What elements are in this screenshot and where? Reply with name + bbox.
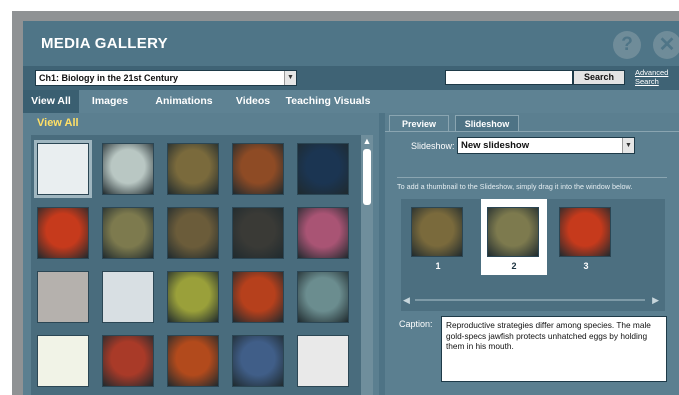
title-bar: MEDIA GALLERY ? ✕	[23, 21, 679, 66]
slideshow-label: Slideshow:	[411, 141, 455, 151]
app-title: MEDIA GALLERY	[41, 35, 168, 52]
thumbnail-red-tissue[interactable]	[102, 335, 154, 387]
close-icon[interactable]: ✕	[653, 31, 679, 59]
tab-divider	[385, 131, 679, 132]
thumbnail-red-flowers[interactable]	[167, 335, 219, 387]
slideshow-scrollbar[interactable]: ◀ ▶	[401, 295, 665, 305]
thumbnail-jawfish[interactable]	[167, 143, 219, 195]
gallery-panel: View All ▲	[23, 113, 379, 395]
tab-videos[interactable]: Videos	[223, 90, 283, 113]
thumbnail-lab-researcher[interactable]	[232, 335, 284, 387]
slide-number: 2	[511, 261, 517, 271]
chapter-select-value: Ch1: Biology in the 21st Century	[39, 73, 179, 83]
category-tabs: View All Images Animations Videos Teachi…	[23, 90, 679, 113]
thumbnail-gray-disc[interactable]	[37, 271, 89, 323]
gallery-heading: View All	[37, 117, 79, 129]
advanced-search-link[interactable]: Advanced Search	[635, 68, 675, 86]
scroll-right-icon[interactable]: ▶	[652, 295, 659, 305]
caption-label: Caption:	[399, 319, 433, 329]
tab-slideshow[interactable]: Slideshow	[455, 115, 519, 131]
caption-field[interactable]: Reproductive strategies differ among spe…	[441, 316, 667, 382]
media-gallery-window: MEDIA GALLERY ? ✕ Ch1: Biology in the 21…	[23, 21, 679, 395]
thumbnail-flasks[interactable]	[102, 143, 154, 195]
slideshow-select-value: New slideshow	[461, 140, 530, 151]
scroll-track[interactable]	[415, 299, 645, 301]
thumbnail-orchid[interactable]	[167, 271, 219, 323]
slide-thumbnail[interactable]	[411, 207, 463, 257]
thumbnail-pink-insect[interactable]	[297, 207, 349, 259]
gallery-scrollbar[interactable]: ▲	[361, 135, 373, 395]
slide-thumbnail[interactable]	[487, 207, 539, 257]
thumbnail-polar-bear[interactable]	[102, 271, 154, 323]
tab-images[interactable]: Images	[81, 90, 139, 113]
tab-preview[interactable]: Preview	[389, 115, 449, 131]
section-divider	[397, 177, 667, 178]
thumbnail-grid	[31, 135, 361, 395]
slideshow-panel: Preview Slideshow Slideshow: New slidesh…	[385, 113, 679, 395]
thumbnail-variables-diagram[interactable]	[37, 335, 89, 387]
thumbnail-moth[interactable]	[167, 207, 219, 259]
thumbnail-spider-legs[interactable]	[232, 207, 284, 259]
chevron-down-icon[interactable]: ▼	[284, 71, 296, 85]
search-button[interactable]: Search	[573, 70, 625, 85]
slide-number: 1	[435, 261, 441, 271]
thumbnail-scientist-hands[interactable]	[297, 271, 349, 323]
slideshow-select[interactable]: New slideshow ▼	[457, 137, 635, 154]
scrollbar-thumb[interactable]	[363, 149, 371, 205]
slide-item[interactable]: 2	[481, 199, 547, 275]
tab-animations[interactable]: Animations	[141, 90, 227, 113]
thumbnail-microscope[interactable]	[297, 335, 349, 387]
advanced-search-line2: Search	[635, 77, 659, 86]
thumbnail-red-plant[interactable]	[37, 207, 89, 259]
slide-item[interactable]: 1	[405, 199, 471, 275]
thumbnail-cell-specimen[interactable]	[102, 207, 154, 259]
thumbnail-pine-bark-beetle[interactable]	[232, 143, 284, 195]
help-icon[interactable]: ?	[613, 31, 641, 59]
chapter-select[interactable]: Ch1: Biology in the 21st Century ▼	[35, 70, 297, 86]
slide-thumbnail[interactable]	[559, 207, 611, 257]
slide-item[interactable]: 3	[553, 199, 619, 275]
advanced-search-line1: Advanced	[635, 68, 669, 77]
controls-bar: Ch1: Biology in the 21st Century ▼ Searc…	[23, 66, 679, 90]
slideshow-instruction: To add a thumbnail to the Slideshow, sim…	[397, 182, 633, 191]
scroll-left-icon[interactable]: ◀	[403, 295, 410, 305]
thumbnail-earth-globe[interactable]	[297, 143, 349, 195]
tab-view-all[interactable]: View All	[23, 90, 79, 113]
slide-number: 3	[583, 261, 589, 271]
scroll-up-icon[interactable]: ▲	[361, 135, 373, 147]
chevron-down-icon[interactable]: ▼	[622, 138, 634, 153]
search-input[interactable]	[445, 70, 573, 85]
tab-teaching-visuals[interactable]: Teaching Visuals	[275, 90, 381, 113]
thumbnail-red-leaf[interactable]	[232, 271, 284, 323]
slideshow-dropzone[interactable]: 1 2 3 ◀ ▶	[401, 199, 665, 311]
thumbnail-presentation-slide[interactable]	[34, 140, 92, 198]
